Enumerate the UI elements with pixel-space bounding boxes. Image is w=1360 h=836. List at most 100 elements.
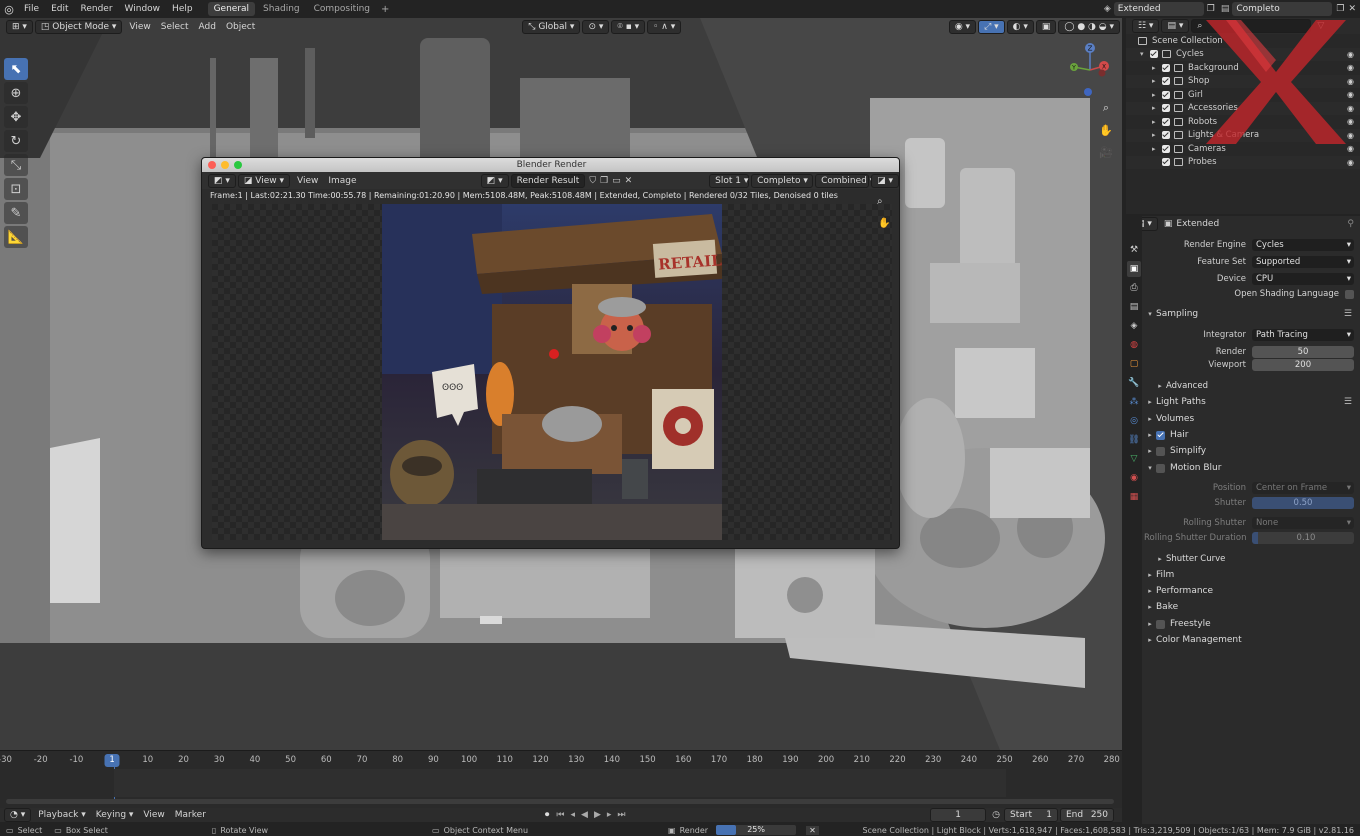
- image-mode-selector[interactable]: ◪ View ▾: [237, 173, 291, 188]
- image-editor-type-button[interactable]: ◩ ▾: [208, 173, 236, 188]
- tab-compositing[interactable]: Compositing: [308, 2, 376, 16]
- scene-tab-icon[interactable]: ◈: [1127, 318, 1141, 334]
- rolling-shutter-select[interactable]: None ▾: [1252, 517, 1354, 529]
- expand-arrow-icon[interactable]: ▾: [1140, 50, 1150, 58]
- motion-blur-checkbox[interactable]: [1156, 463, 1165, 473]
- osl-checkbox[interactable]: [1345, 289, 1354, 299]
- menu-help[interactable]: Help: [166, 0, 199, 18]
- viewport-menu-view[interactable]: View: [124, 22, 155, 32]
- visibility-eye-icon[interactable]: ◉: [1347, 144, 1354, 153]
- panel-volumes[interactable]: ▸ Volumes: [1144, 411, 1356, 427]
- menu-render[interactable]: Render: [75, 0, 119, 18]
- shutter-slider[interactable]: 0.50: [1252, 497, 1354, 509]
- expand-arrow-icon[interactable]: ▸: [1152, 91, 1162, 99]
- cursor-tool-icon[interactable]: ⊕: [4, 82, 28, 104]
- annotate-tool-icon[interactable]: ✎: [4, 202, 28, 224]
- play-reverse-icon[interactable]: ◀: [581, 810, 588, 820]
- rotate-tool-icon[interactable]: ↻: [4, 130, 28, 152]
- expand-arrow-icon[interactable]: ▸: [1152, 64, 1162, 72]
- next-keyframe-icon[interactable]: ▸: [607, 810, 612, 820]
- exclude-checkbox[interactable]: [1162, 104, 1170, 113]
- remove-view-layer-icon[interactable]: ✕: [1348, 4, 1356, 14]
- render-samples-field[interactable]: 50: [1252, 346, 1354, 358]
- pan-hand-icon[interactable]: ✋: [1096, 120, 1116, 140]
- viewport-menu-select[interactable]: Select: [156, 22, 194, 32]
- presets-list-icon[interactable]: ☰: [1344, 397, 1352, 407]
- outliner-item-probes[interactable]: Probes ◉: [1126, 155, 1360, 169]
- hair-checkbox[interactable]: [1156, 430, 1165, 440]
- image-browse-button[interactable]: ◩ ▾: [480, 173, 509, 188]
- start-frame-field[interactable]: Start 1: [1004, 808, 1058, 822]
- current-frame-indicator[interactable]: 1: [104, 754, 120, 767]
- zoom-icon[interactable]: ⌕: [1096, 98, 1116, 118]
- timeline[interactable]: -30-20-101102030405060708090100110120130…: [0, 750, 1122, 808]
- material-tab-icon[interactable]: ◉: [1127, 470, 1141, 486]
- prev-keyframe-icon[interactable]: ◂: [571, 810, 576, 820]
- timeline-scrollbar[interactable]: [6, 799, 1114, 804]
- viewport-samples-field[interactable]: 200: [1252, 359, 1354, 371]
- scene-selector[interactable]: Extended: [1113, 2, 1204, 16]
- image-menu-view[interactable]: View: [292, 176, 323, 186]
- current-frame-field[interactable]: 1: [930, 808, 987, 822]
- xray-toggle[interactable]: ▣: [1035, 20, 1057, 34]
- gizmo-toggle[interactable]: ⤢ ▾: [978, 20, 1005, 34]
- new-view-layer-icon[interactable]: ❐: [1336, 4, 1344, 14]
- panel-color-management[interactable]: ▸ Color Management: [1144, 632, 1356, 648]
- expand-arrow-icon[interactable]: ▸: [1152, 118, 1162, 126]
- overlay-toggle[interactable]: ◐ ▾: [1006, 20, 1034, 34]
- fake-user-icon[interactable]: ⛉: [589, 176, 596, 186]
- blender-logo-icon[interactable]: ◎: [0, 0, 18, 18]
- visibility-eye-icon[interactable]: ◉: [1347, 158, 1354, 167]
- timeline-editor-type-button[interactable]: ◔ ▾: [4, 808, 32, 822]
- timeline-ruler[interactable]: -30-20-101102030405060708090100110120130…: [0, 753, 1122, 767]
- cancel-render-button[interactable]: ✕: [806, 825, 819, 835]
- render-pan-icon[interactable]: ✋: [878, 218, 890, 229]
- display-channels-selector[interactable]: ◪ ▾: [871, 173, 899, 188]
- pivot-selector[interactable]: ⊙ ▾: [582, 20, 610, 34]
- world-tab-icon[interactable]: ◍: [1127, 337, 1141, 353]
- outliner-item-cameras[interactable]: ▸ Cameras ◉: [1126, 142, 1360, 156]
- exclude-checkbox[interactable]: [1162, 63, 1170, 72]
- freestyle-checkbox[interactable]: [1156, 619, 1165, 629]
- transform-tool-icon[interactable]: ⊡: [4, 178, 28, 200]
- panel-performance[interactable]: ▸ Performance: [1144, 583, 1356, 599]
- outliner-display-mode[interactable]: ▤ ▾: [1161, 19, 1190, 33]
- minimize-window-button[interactable]: [221, 161, 229, 169]
- menu-window[interactable]: Window: [119, 0, 167, 18]
- exclude-checkbox[interactable]: [1162, 77, 1170, 86]
- timeline-menu-view[interactable]: View: [138, 810, 169, 820]
- jump-end-icon[interactable]: ⏭: [617, 810, 625, 820]
- move-tool-icon[interactable]: ✥: [4, 106, 28, 128]
- timeline-menu-marker[interactable]: Marker: [170, 810, 211, 820]
- feature-set-select[interactable]: Supported ▾: [1252, 256, 1354, 268]
- panel-film[interactable]: ▸ Film: [1144, 567, 1356, 583]
- unlink-image-icon[interactable]: ✕: [625, 176, 633, 186]
- new-scene-icon[interactable]: ❐: [1207, 4, 1215, 14]
- tab-shading[interactable]: Shading: [257, 2, 306, 16]
- modifier-tab-icon[interactable]: 🔧: [1127, 375, 1141, 391]
- visibility-selector[interactable]: ◉ ▾: [948, 20, 977, 34]
- exclude-checkbox[interactable]: [1162, 158, 1170, 167]
- new-image-icon[interactable]: ❐: [600, 176, 608, 186]
- timeline-menu-playback[interactable]: Playback ▾: [33, 810, 91, 820]
- panel-sampling[interactable]: ▾ Sampling ☰: [1144, 306, 1356, 322]
- outliner-editor-type-button[interactable]: ☷ ▾: [1132, 19, 1160, 33]
- tab-general[interactable]: General: [207, 2, 256, 16]
- render-engine-select[interactable]: Cycles ▾: [1252, 239, 1354, 251]
- end-frame-field[interactable]: End 250: [1060, 808, 1114, 822]
- render-window[interactable]: Blender Render ◩ ▾ ◪ View ▾ View Image ◩…: [201, 157, 900, 549]
- layer-selector[interactable]: Completo ▾: [751, 173, 814, 188]
- navigation-gizmo[interactable]: Z Y X: [1062, 40, 1118, 100]
- orientation-selector[interactable]: ⤡ Global ▾: [522, 20, 581, 34]
- snap-toggle[interactable]: ⌾ ▪ ▾: [611, 20, 646, 34]
- select-box-tool-icon[interactable]: ⬉: [4, 58, 28, 80]
- subpanel-shutter-curve[interactable]: ▸ Shutter Curve: [1144, 551, 1356, 567]
- play-icon[interactable]: ▶: [594, 810, 601, 820]
- subpanel-advanced[interactable]: ▸ Advanced: [1144, 378, 1356, 394]
- exclude-checkbox[interactable]: [1162, 90, 1170, 99]
- integrator-select[interactable]: Path Tracing ▾: [1252, 329, 1354, 341]
- properties-editor[interactable]: ▤ ▾ ▣ Extended ⚲ ⚒ ▣ ⎙ ▤ ◈ ◍ ▢ 🔧 ⁂ ◎ ⛓ ▽…: [1126, 216, 1360, 836]
- jump-start-icon[interactable]: ⏮: [556, 810, 564, 820]
- mode-selector[interactable]: ◳ Object Mode ▾: [34, 20, 123, 34]
- output-tab-icon[interactable]: ⎙: [1127, 280, 1141, 296]
